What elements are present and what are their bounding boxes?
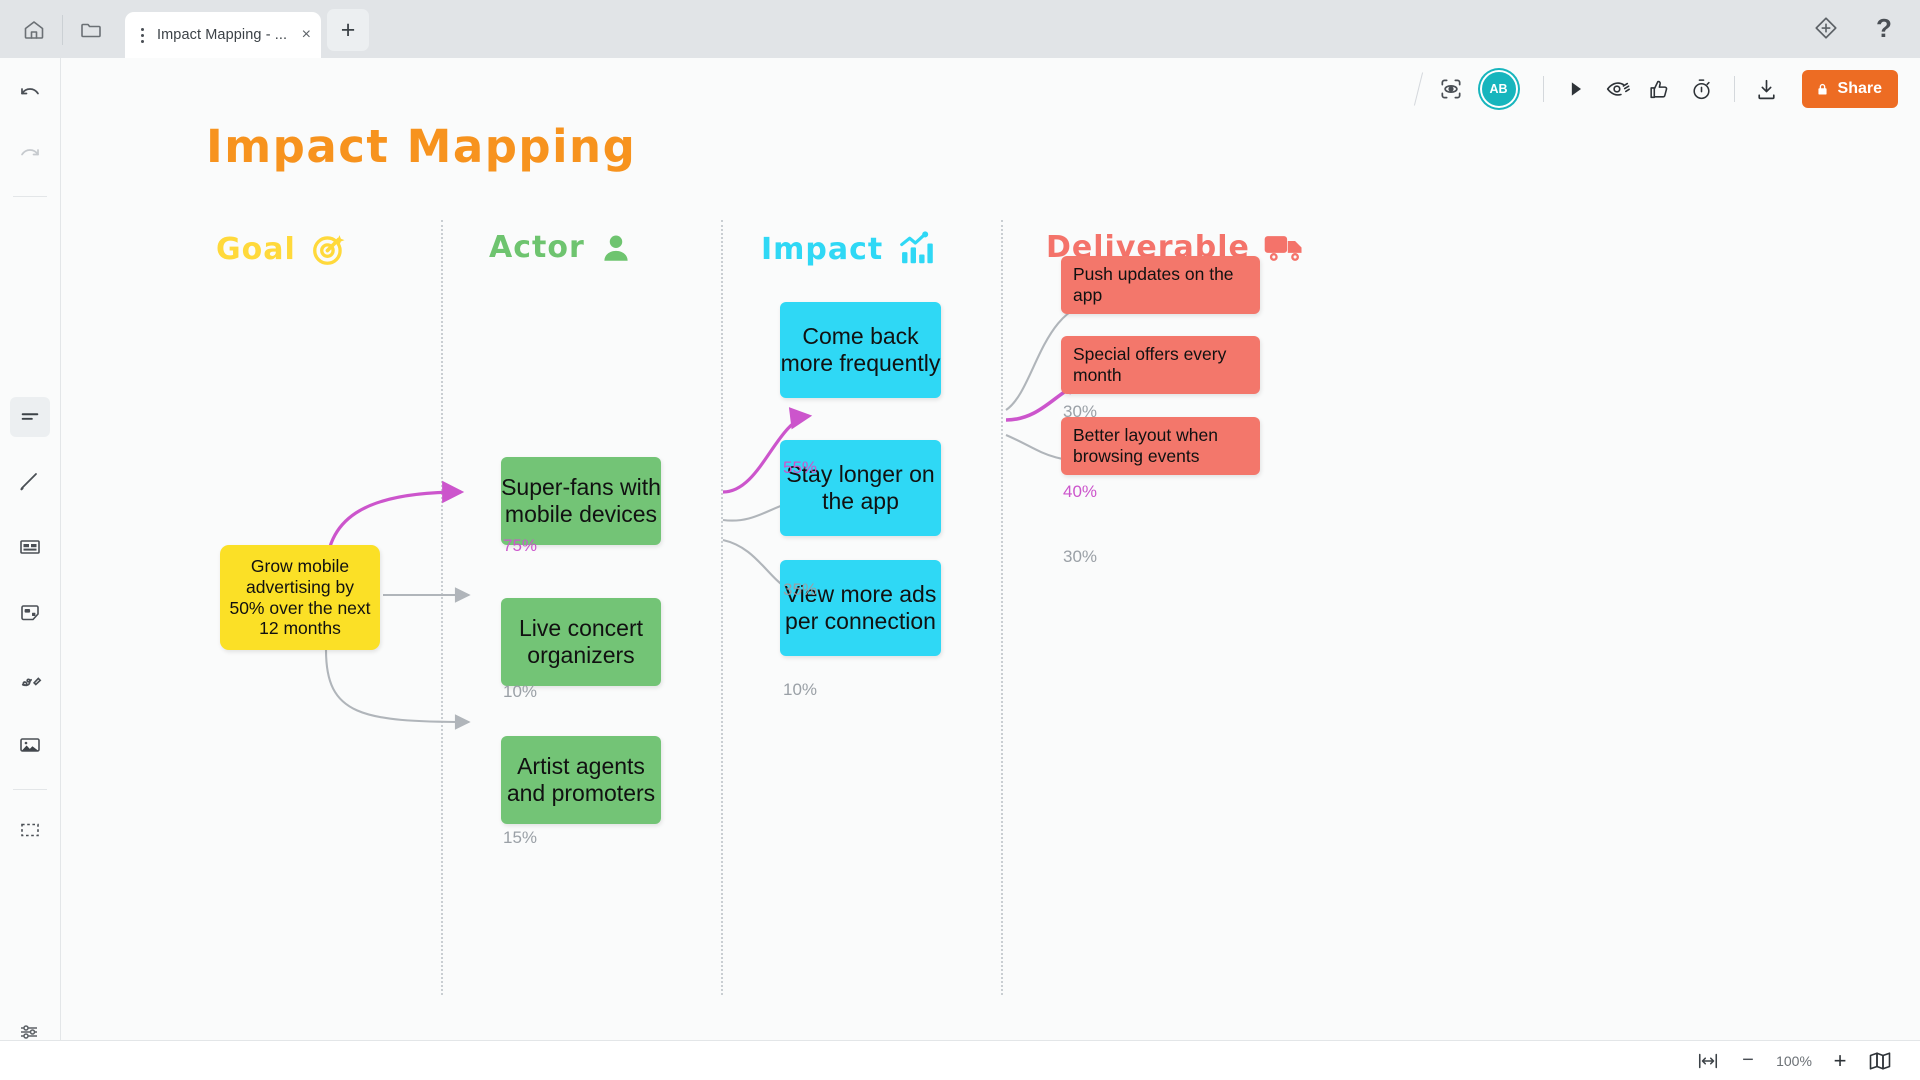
toolbar-divider-3	[1733, 76, 1735, 102]
eye-hidden-icon[interactable]	[1597, 68, 1639, 110]
help-icon[interactable]: ?	[1862, 6, 1906, 50]
edge-weight-deliverable-2: 30%	[1063, 547, 1098, 566]
tabbar-divider	[62, 15, 63, 45]
goal-text: Grow mobile advertising by 50% over the …	[229, 556, 371, 639]
lock-icon	[1815, 81, 1830, 98]
impact-node-1[interactable]: Stay longer on the app	[780, 440, 941, 536]
actor-text: Live concert organizers	[518, 614, 643, 668]
play-icon[interactable]	[1555, 68, 1597, 110]
presentation-capture-icon[interactable]	[1430, 68, 1472, 110]
close-icon[interactable]: ×	[288, 27, 311, 43]
avatar[interactable]: AB	[1481, 72, 1516, 106]
tab-title: Impact Mapping - ...	[157, 27, 288, 43]
status-bar: − 100% +	[0, 1040, 1920, 1080]
text-icon[interactable]	[10, 397, 50, 437]
actor-text: Artist agents and promoters	[506, 752, 656, 806]
deliverable-text: Better layout when browsing events	[1073, 425, 1218, 466]
image-icon[interactable]	[10, 725, 50, 765]
edge-weight-deliverable-0: 30%	[1063, 402, 1098, 421]
shape-icon[interactable]	[10, 593, 50, 633]
edge-weight-actor-2: 15%	[503, 828, 538, 847]
zoom-level[interactable]: 100%	[1768, 1053, 1820, 1069]
deliverable-node-0[interactable]: Push updates on the app	[1061, 256, 1260, 314]
left-tool-sidebar	[0, 58, 61, 1080]
diamond-icon[interactable]	[1804, 6, 1848, 50]
deliverable-text: Special offers every month	[1073, 344, 1227, 385]
line-icon[interactable]	[10, 461, 50, 501]
frame-icon[interactable]	[10, 810, 50, 850]
goal-node[interactable]: Grow mobile advertising by 50% over the …	[220, 545, 380, 650]
board-toolbar: AB Share	[1407, 58, 1920, 120]
toolbar-divider-2	[1542, 76, 1544, 102]
browser-tab-bar: Impact Mapping - ... × + ?	[0, 0, 1920, 58]
impact-text: Come back more frequently	[780, 322, 941, 376]
impact-node-0[interactable]: Come back more frequently	[780, 302, 941, 398]
share-label: Share	[1837, 80, 1882, 97]
edge-weight-actor-0: 75%	[503, 536, 538, 555]
edge-weight-actor-1: 10%	[503, 682, 538, 701]
sidebar-divider-2	[13, 789, 47, 790]
folder-icon[interactable]	[69, 8, 113, 52]
new-tab-button[interactable]: +	[327, 9, 369, 51]
zoom-in-button[interactable]: +	[1820, 1046, 1860, 1076]
edge-weight-deliverable-1: 40%	[1063, 482, 1098, 501]
timer-icon[interactable]	[1681, 68, 1723, 110]
actor-node-0[interactable]: Super-fans with mobile devices	[501, 457, 661, 545]
board-canvas[interactable]: Impact Mapping Goal Actor Impact Deliver…	[61, 120, 1920, 1040]
sidebar-divider	[13, 196, 47, 197]
toolbar-divider	[1413, 72, 1423, 106]
pen-icon[interactable]	[10, 659, 50, 699]
fit-width-icon[interactable]	[1688, 1046, 1728, 1076]
deliverable-node-2[interactable]: Better layout when browsing events	[1061, 417, 1260, 475]
deliverable-node-1[interactable]: Special offers every month	[1061, 336, 1260, 394]
impact-node-2[interactable]: View more ads per connection	[780, 560, 941, 656]
download-icon[interactable]	[1746, 68, 1788, 110]
card-icon[interactable]	[10, 527, 50, 567]
tab-menu-icon[interactable]	[133, 22, 151, 48]
home-icon[interactable]	[12, 8, 56, 52]
actor-node-1[interactable]: Live concert organizers	[501, 598, 661, 686]
deliverable-text: Push updates on the app	[1073, 264, 1234, 305]
thumbs-up-icon[interactable]	[1639, 68, 1681, 110]
edge-weight-impact-1: 35%	[783, 580, 818, 599]
actor-text: Super-fans with mobile devices	[501, 473, 661, 527]
edge-weight-impact-0: 55%	[783, 458, 818, 477]
share-button[interactable]: Share	[1801, 70, 1898, 108]
edge-weight-impact-2: 10%	[783, 680, 818, 699]
zoom-out-button[interactable]: −	[1728, 1046, 1768, 1076]
tab-impact-mapping[interactable]: Impact Mapping - ... ×	[125, 12, 321, 58]
redo-icon[interactable]	[10, 134, 50, 174]
actor-node-2[interactable]: Artist agents and promoters	[501, 736, 661, 824]
minimap-icon[interactable]	[1860, 1046, 1900, 1076]
undo-icon[interactable]	[10, 74, 50, 114]
